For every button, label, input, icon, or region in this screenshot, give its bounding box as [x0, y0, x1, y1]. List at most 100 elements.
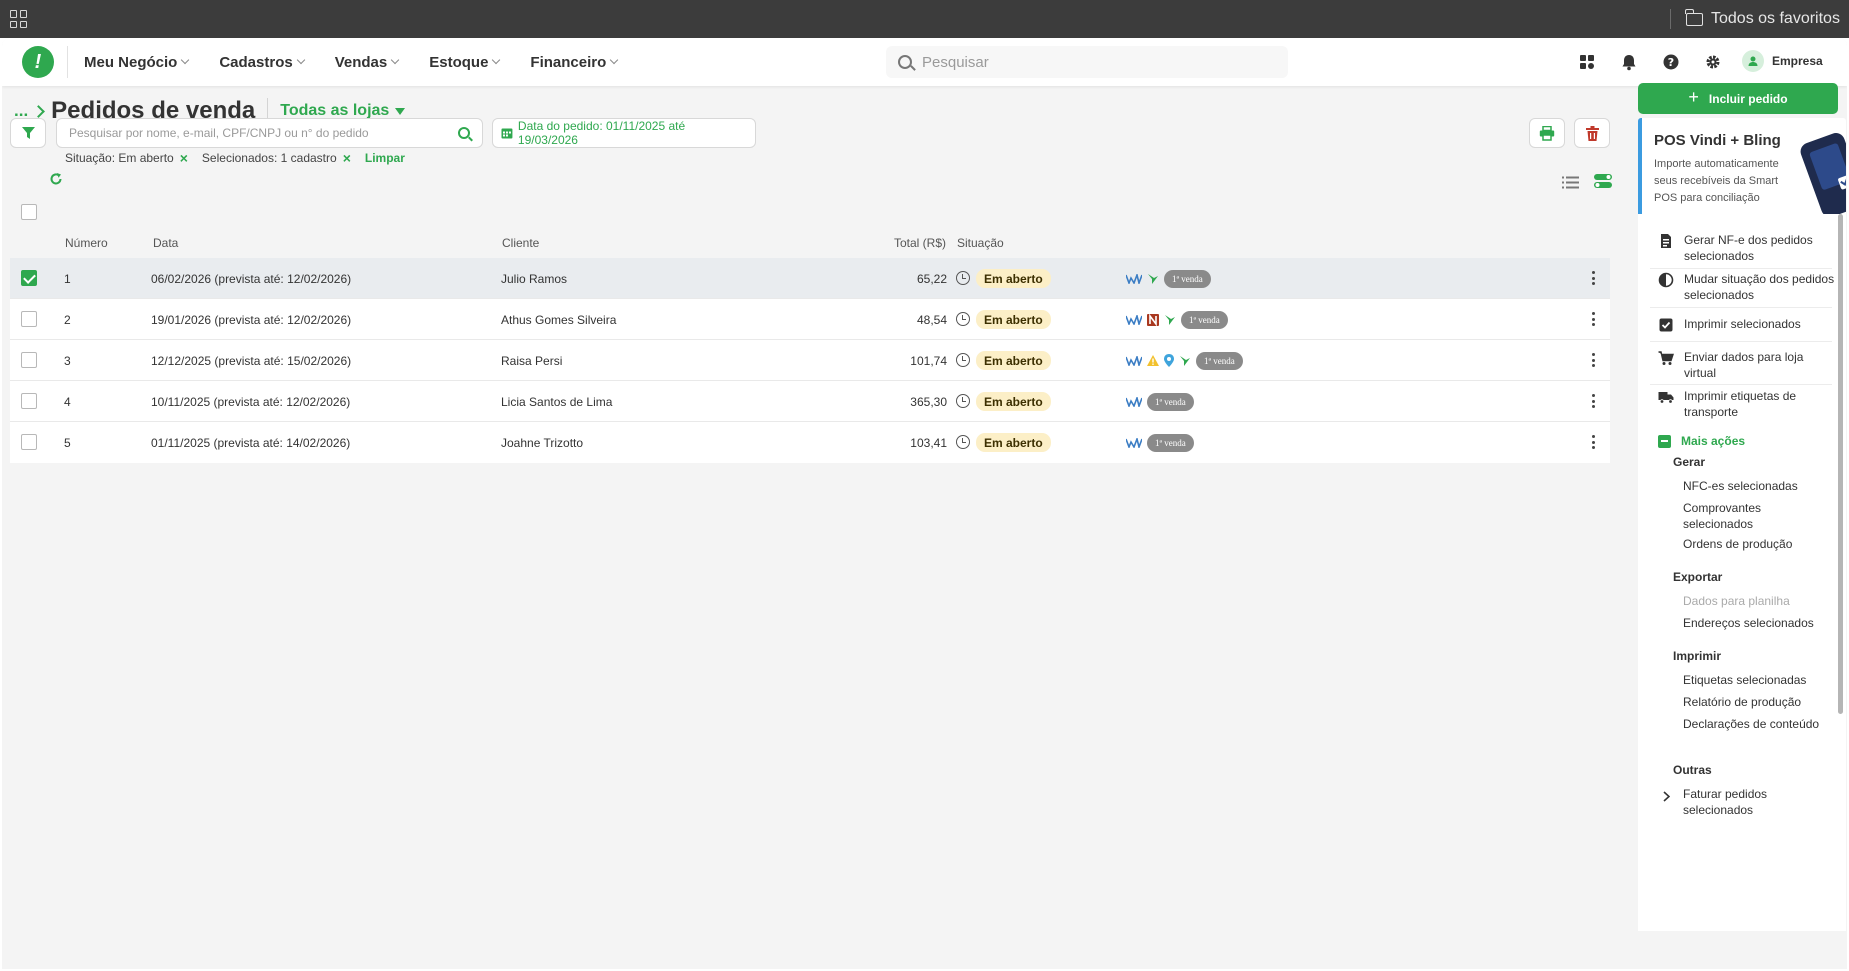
divider [1650, 341, 1832, 342]
vindi-icon [1126, 437, 1142, 448]
row-checkbox[interactable] [21, 352, 37, 368]
bell-icon[interactable] [1619, 52, 1639, 72]
calendar-icon [501, 128, 513, 139]
action-declaracoes-conteudo[interactable]: Declarações de conteúdo [1683, 716, 1833, 732]
row-badges: 1ª venda [1126, 310, 1228, 329]
table-row[interactable]: 2 19/01/2026 (prevista até: 12/02/2026) … [10, 299, 1610, 340]
nuvemshop-n-icon [1147, 313, 1159, 326]
vindi-icon [1126, 273, 1142, 284]
header-icons: ? [1577, 52, 1723, 72]
filter-icon [21, 127, 35, 139]
table-row[interactable]: 5 01/11/2025 (prevista até: 14/02/2026) … [10, 422, 1610, 463]
close-icon[interactable]: × [180, 150, 188, 166]
table-header: Número Data Cliente Total (R$) Situação [10, 230, 1610, 256]
global-search-input[interactable] [922, 53, 1262, 71]
column-total[interactable]: Total (R$) [894, 236, 946, 250]
clock-icon [956, 394, 970, 408]
print-button[interactable] [1529, 118, 1565, 148]
column-cliente[interactable]: Cliente [502, 236, 539, 250]
action-relatorio-producao[interactable]: Relatório de produção [1683, 694, 1833, 710]
row-menu-icon[interactable] [1592, 312, 1596, 326]
nav-estoque[interactable]: Estoque [429, 54, 501, 71]
bookmark-separator [1670, 9, 1671, 29]
order-total: 101,74 [910, 354, 947, 368]
row-checkbox[interactable] [21, 311, 37, 327]
table-row[interactable]: 1 06/02/2026 (prevista até: 12/02/2026) … [10, 258, 1610, 299]
row-menu-icon[interactable] [1592, 394, 1596, 408]
nav-vendas[interactable]: Vendas [335, 54, 400, 71]
truck-icon [1658, 392, 1674, 404]
row-menu-icon[interactable] [1592, 435, 1596, 449]
active-filters: Situação: Em aberto × Selecionados: 1 cad… [65, 150, 405, 166]
add-order-button[interactable]: + Incluir pedido [1638, 83, 1838, 114]
apps-icon[interactable] [1577, 52, 1597, 72]
order-date: 01/11/2025 (prevista até: 14/02/2026) [151, 436, 351, 450]
filter-chip-selecionados: Selecionados: 1 cadastro × [201, 150, 351, 166]
close-icon[interactable]: × [343, 150, 351, 166]
list-view-icon[interactable] [1562, 176, 1579, 194]
action-etiquetas-selecionadas[interactable]: Etiquetas selecionadas [1683, 672, 1833, 688]
nav-meu-negocio[interactable]: Meu Negócio [84, 54, 190, 71]
status-badge: Em aberto [976, 351, 1051, 370]
action-enviar-loja-virtual[interactable]: Enviar dados para loja virtual [1658, 349, 1838, 381]
order-total: 65,22 [916, 272, 947, 286]
column-numero[interactable]: Número [65, 236, 108, 250]
order-client: Raisa Persi [501, 354, 563, 368]
row-menu-icon[interactable] [1592, 353, 1596, 367]
action-faturar-pedidos[interactable]: Faturar pedidos selecionados [1683, 786, 1833, 818]
chevron-down-icon [296, 55, 305, 65]
search-icon[interactable] [458, 127, 470, 139]
action-enderecos-selecionados[interactable]: Endereços selecionados [1683, 615, 1833, 631]
order-number: 3 [64, 354, 71, 368]
hummingbird-icon [1148, 273, 1158, 284]
group-title-gerar: Gerar [1673, 455, 1706, 469]
user-menu[interactable]: Empresa [1742, 50, 1823, 72]
apps-grid-icon[interactable] [10, 10, 28, 28]
filter-button[interactable] [10, 118, 46, 148]
filter-chip-situacao: Situação: Em aberto × [65, 150, 188, 166]
column-data[interactable]: Data [153, 236, 178, 250]
toggle-view-icon[interactable] [1594, 174, 1612, 194]
actions-scrollbar[interactable] [1838, 214, 1843, 714]
date-filter-button[interactable]: Data do pedido: 01/11/2025 até 19/03/202… [492, 118, 756, 148]
action-nfces-selecionadas[interactable]: NFC-es selecionadas [1683, 478, 1833, 494]
order-client: Joahne Trizotto [501, 436, 584, 450]
action-mudar-situacao[interactable]: Mudar situação dos pedidos selecionados [1658, 271, 1838, 303]
action-imprimir-selecionados[interactable]: Imprimir selecionados [1658, 316, 1838, 333]
clear-filters-link[interactable]: Limpar [365, 151, 405, 165]
refresh-icon[interactable] [49, 172, 67, 190]
more-actions-toggle[interactable]: Mais ações [1658, 434, 1745, 448]
delete-button[interactable] [1574, 118, 1610, 148]
status-badge: Em aberto [976, 433, 1051, 452]
action-imprimir-etiquetas-transporte[interactable]: Imprimir etiquetas de transporte [1658, 388, 1838, 420]
first-sale-badge: 1ª venda [1181, 310, 1228, 329]
action-ordens-producao[interactable]: Ordens de produção [1683, 536, 1833, 552]
promo-banner[interactable]: POS Vindi + Bling Importe automaticament… [1638, 118, 1846, 224]
action-gerar-nfe[interactable]: Gerar NF-e dos pedidos selecionados [1658, 232, 1838, 264]
order-client: Licia Santos de Lima [501, 395, 613, 409]
global-search [886, 46, 1288, 78]
row-badges: 1ª venda [1126, 433, 1194, 452]
action-comprovantes-selecionados[interactable]: Comprovantes selecionados [1683, 500, 1833, 532]
order-date: 12/12/2025 (prevista até: 15/02/2026) [151, 354, 352, 368]
user-label: Empresa [1772, 54, 1823, 68]
order-search-input[interactable] [69, 126, 449, 140]
row-checkbox[interactable] [21, 434, 37, 450]
nav-financeiro[interactable]: Financeiro [530, 54, 619, 71]
action-dados-planilha[interactable]: Dados para planilha [1683, 593, 1833, 609]
row-checkbox[interactable] [21, 270, 37, 286]
help-icon[interactable]: ? [1661, 52, 1681, 72]
row-menu-icon[interactable] [1592, 271, 1596, 285]
date-filter-label: Data do pedido: 01/11/2025 até 19/03/202… [517, 119, 686, 147]
nav-cadastros[interactable]: Cadastros [219, 54, 305, 71]
vindi-icon [1126, 314, 1142, 325]
select-all-checkbox[interactable] [21, 204, 37, 220]
row-checkbox[interactable] [21, 393, 37, 409]
gear-icon[interactable] [1703, 52, 1723, 72]
table-row[interactable]: 4 10/11/2025 (prevista até: 12/02/2026) … [10, 381, 1610, 422]
column-situacao[interactable]: Situação [957, 236, 1004, 250]
all-favorites-button[interactable]: Todos os favoritos [1685, 8, 1840, 30]
table-row[interactable]: 3 12/12/2025 (prevista até: 15/02/2026) … [10, 340, 1610, 381]
svg-text:?: ? [1668, 56, 1674, 69]
bling-logo-icon[interactable]: ! [22, 46, 54, 78]
